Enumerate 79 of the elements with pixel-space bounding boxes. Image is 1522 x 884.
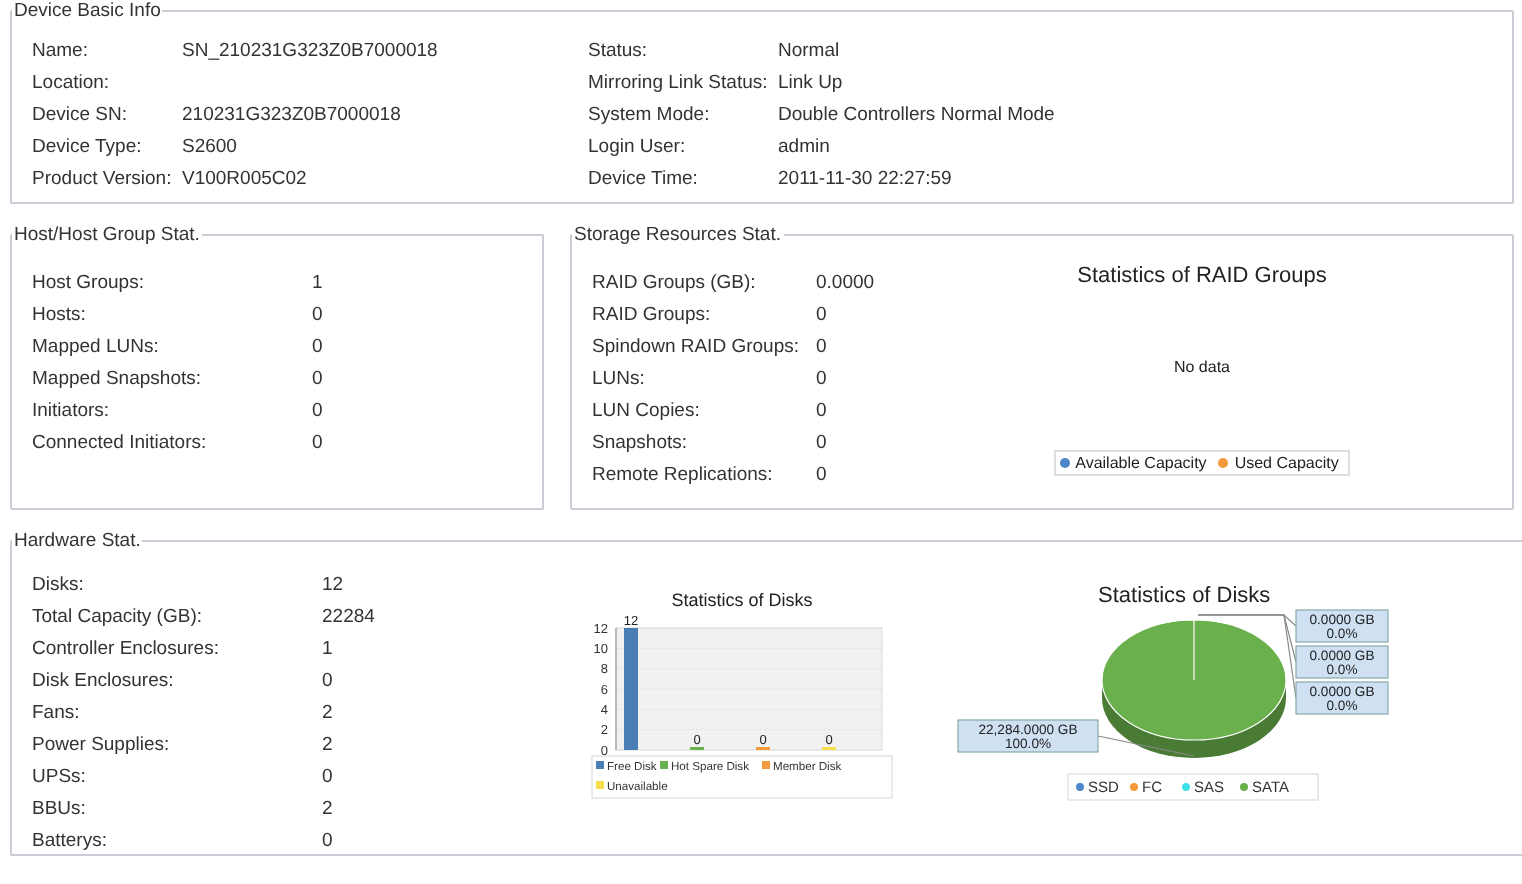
chart-title: Statistics of Disks: [1098, 584, 1271, 608]
field-value: V100R005C02: [182, 167, 309, 189]
field-label: Login User:: [588, 135, 688, 157]
field-label: System Mode:: [588, 103, 712, 125]
panel-title: Device Basic Info: [12, 0, 163, 22]
field-value: Link Up: [778, 71, 845, 93]
field-label: Status:: [588, 39, 650, 61]
field-value: 0: [816, 399, 829, 421]
field-label: Snapshots:: [592, 431, 690, 453]
field-value: 22284: [322, 605, 377, 627]
field-value: 0: [816, 335, 829, 357]
field-value: 0: [816, 463, 829, 485]
field-label: Mapped Snapshots:: [32, 367, 204, 389]
field-label: Disks:: [32, 573, 86, 595]
field-value: 0.0000: [816, 271, 877, 293]
panel-title: Hardware Stat.: [12, 530, 143, 552]
field-label: Fans:: [32, 701, 82, 723]
field-label: Device Type:: [32, 135, 144, 157]
chart-title: Statistics of Disks: [671, 590, 813, 610]
field-value: Double Controllers Normal Mode: [778, 103, 1057, 125]
field-label: Device Time:: [588, 167, 700, 189]
field-value: 0: [322, 765, 335, 787]
field-value: 1: [312, 271, 325, 293]
field-value: 0: [312, 335, 325, 357]
field-value: 0: [312, 367, 325, 389]
field-value: 1: [322, 637, 335, 659]
field-value: 2: [322, 797, 335, 819]
field-label: Batterys:: [32, 829, 109, 851]
data-label-box: [1295, 681, 1389, 715]
field-label: Device SN:: [32, 103, 130, 125]
data-label-box: [957, 719, 1099, 753]
field-label: Controller Enclosures:: [32, 637, 221, 659]
legend-label: Available Capacity: [1075, 454, 1207, 472]
no-data-message: No data: [1173, 358, 1231, 376]
field-label: Connected Initiators:: [32, 431, 209, 453]
field-label: Mirroring Link Status:: [588, 71, 770, 93]
panel-title: Host/Host Group Stat.: [12, 224, 202, 246]
field-value: Normal: [778, 39, 842, 61]
field-value: 0: [312, 303, 325, 325]
field-value: 2: [322, 733, 335, 755]
leader-line: [1097, 735, 1195, 757]
field-label: Name:: [32, 39, 90, 61]
field-label: RAID Groups (GB):: [592, 271, 758, 293]
field-label: LUN Copies:: [592, 399, 702, 421]
field-value: 0: [312, 431, 325, 453]
legend-label: Used Capacity: [1234, 454, 1339, 472]
field-value: 0: [816, 431, 829, 453]
field-value: SN_210231G323Z0B7000018: [182, 39, 440, 61]
field-value: 210231G323Z0B7000018: [182, 103, 403, 125]
field-label: UPSs:: [32, 765, 88, 787]
field-value: 2: [322, 701, 335, 723]
field-label: Disk Enclosures:: [32, 669, 176, 691]
chart-title: Statistics of RAID Groups: [1077, 264, 1327, 288]
field-label: Location:: [32, 71, 112, 93]
field-value: 0: [816, 303, 829, 325]
field-label: Mapped LUNs:: [32, 335, 161, 357]
field-value: 0: [312, 399, 325, 421]
field-label: Initiators:: [32, 399, 112, 421]
field-value: admin: [778, 135, 832, 157]
field-value: 0: [322, 669, 335, 691]
field-label: Product Version:: [32, 167, 174, 189]
field-label: Power Supplies:: [32, 733, 172, 755]
field-label: Total Capacity (GB):: [32, 605, 204, 627]
field-value: S2600: [182, 135, 239, 157]
field-value: 12: [322, 573, 346, 595]
data-label-box: [1295, 609, 1389, 643]
field-label: BBUs:: [32, 797, 88, 819]
field-label: Remote Replications:: [592, 463, 775, 485]
data-label-box: [1295, 645, 1389, 679]
y-axis: [615, 627, 617, 751]
field-label: Host Groups:: [32, 271, 146, 293]
field-label: Hosts:: [32, 303, 88, 325]
field-label: LUNs:: [592, 367, 647, 389]
field-value: 0: [322, 829, 335, 851]
field-value: 0: [816, 367, 829, 389]
panel-title: Storage Resources Stat.: [572, 224, 783, 246]
field-value: 2011-11-30 22:27:59: [778, 167, 954, 189]
field-label: RAID Groups:: [592, 303, 713, 325]
field-label: Spindown RAID Groups:: [592, 335, 801, 357]
